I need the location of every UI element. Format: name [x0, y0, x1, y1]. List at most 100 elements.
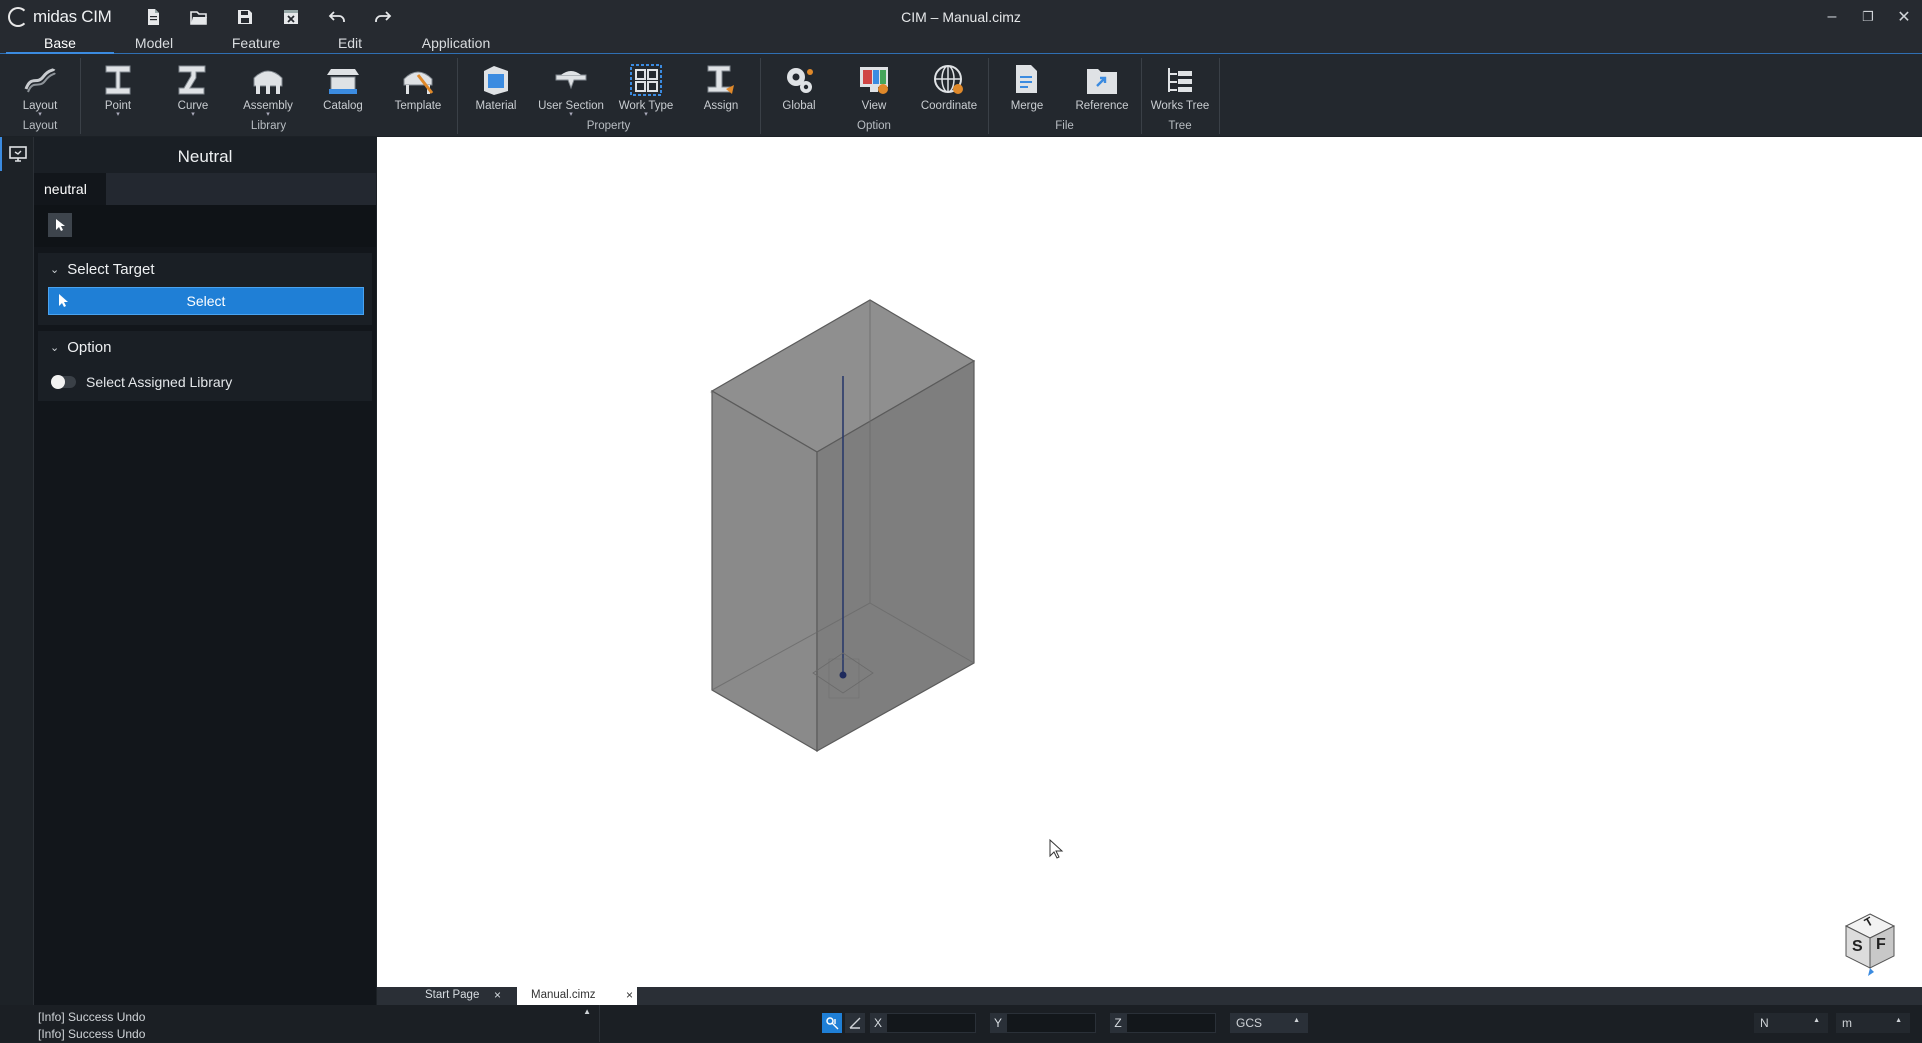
curve-button[interactable]: Curve ▾: [160, 60, 226, 122]
mouse-cursor-icon: [1049, 838, 1064, 859]
option-section: ⌄ Option Select Assigned Library: [38, 331, 372, 401]
tab-edit[interactable]: Edit: [324, 33, 376, 53]
global-icon: [779, 60, 819, 100]
title-bar: midas CIM CIM – Manual.cimz – ❐ ✕: [0, 0, 1922, 33]
work-type-button[interactable]: Work Type ▾: [613, 60, 679, 122]
cursor-icon: [56, 219, 65, 231]
log-line: [Info] Success Undo: [38, 1027, 146, 1041]
snap-angle-icon[interactable]: [845, 1013, 865, 1033]
tab-base[interactable]: Base: [0, 33, 120, 54]
coordinate-icon: [929, 60, 969, 100]
pointer-tool-button[interactable]: [48, 213, 72, 237]
work-type-icon: [626, 60, 666, 100]
document-tabs: Start Page × Manual.cimz ×: [377, 987, 1922, 1005]
app-logo[interactable]: midas CIM: [0, 6, 130, 27]
tab-neutral[interactable]: neutral: [34, 173, 106, 205]
catalog-button[interactable]: Catalog: [310, 60, 376, 122]
template-icon: [398, 60, 438, 100]
z-coordinate-field[interactable]: [1126, 1013, 1216, 1033]
undo-icon[interactable]: [314, 0, 360, 33]
view-button[interactable]: View: [841, 60, 907, 122]
layout-button[interactable]: Layout ▾: [7, 60, 73, 122]
close-file-icon[interactable]: [268, 0, 314, 33]
reference-icon: [1082, 60, 1122, 100]
option-header[interactable]: ⌄ Option: [38, 331, 372, 363]
snap-point-icon[interactable]: [822, 1013, 842, 1033]
select-assigned-library-row: Select Assigned Library: [38, 363, 372, 401]
y-coordinate-field[interactable]: [1006, 1013, 1096, 1033]
group-label-option: Option: [857, 120, 891, 132]
panel-toolbar: [34, 205, 376, 247]
box-model[interactable]: [710, 299, 976, 753]
message-log[interactable]: [Info] Success Undo [Info] Success Undo …: [14, 1005, 600, 1042]
point-icon: [98, 60, 138, 100]
close-tab-icon[interactable]: ×: [494, 988, 501, 1002]
close-tab-icon[interactable]: ×: [626, 988, 633, 1002]
status-bar: [Info] Success Undo [Info] Success Undo …: [0, 1005, 1922, 1042]
length-unit-select[interactable]: m ▲: [1836, 1013, 1910, 1033]
curve-icon: [173, 60, 213, 100]
view-cube-side-label: S: [1852, 938, 1863, 955]
user-section-icon: [551, 60, 591, 100]
ribbon: Layout ▾ Point ▾ Curve ▾ Assembly ▾ Catalog …: [0, 54, 1922, 136]
midas-logo-icon: [8, 6, 28, 27]
tab-start-page[interactable]: Start Page ×: [395, 987, 505, 1005]
window-controls: – ❐ ✕: [1814, 0, 1922, 33]
user-section-button[interactable]: User Section ▾: [538, 60, 604, 122]
x-coordinate-field[interactable]: [886, 1013, 976, 1033]
ribbon-tabs: Base Model Feature Edit Application: [0, 33, 1922, 54]
app-name: midas CIM: [33, 6, 112, 26]
force-unit-select[interactable]: N ▲: [1754, 1013, 1828, 1033]
y-coordinate: Y: [990, 1013, 1096, 1033]
log-expand-icon[interactable]: ▲: [583, 1007, 591, 1016]
works-tree-button[interactable]: Works Tree: [1147, 60, 1213, 122]
coordinate-button[interactable]: Coordinate: [916, 60, 982, 122]
tab-model[interactable]: Model: [120, 33, 188, 53]
select-assigned-library-toggle[interactable]: [51, 375, 76, 389]
global-button[interactable]: Global: [766, 60, 832, 122]
point-button[interactable]: Point ▾: [85, 60, 151, 122]
coordinate-system-select[interactable]: GCS ▲: [1230, 1013, 1308, 1033]
cursor-icon: [59, 294, 68, 307]
new-file-icon[interactable]: [130, 0, 176, 33]
minimize-button[interactable]: –: [1814, 0, 1850, 33]
left-rail: [0, 137, 34, 1005]
chevron-down-icon: ⌄: [50, 341, 60, 354]
tab-feature[interactable]: Feature: [188, 33, 324, 53]
view-cube[interactable]: T S F: [1840, 910, 1900, 980]
reference-button[interactable]: Reference: [1069, 60, 1135, 122]
group-label-tree: Tree: [1168, 120, 1192, 132]
works-tree-icon: [1160, 60, 1200, 100]
model-viewport[interactable]: T S F: [377, 137, 1922, 987]
tab-application[interactable]: Application: [376, 33, 536, 53]
panel-title: Neutral: [34, 137, 376, 173]
log-line: [Info] Success Undo: [38, 1010, 146, 1024]
group-label-file: File: [1055, 120, 1074, 132]
view-cube-front-label: F: [1876, 936, 1886, 953]
neutral-panel: Neutral neutral ⌄ Select Target Select ⌄…: [34, 137, 376, 1005]
merge-button[interactable]: Merge: [994, 60, 1060, 122]
catalog-icon: [323, 60, 363, 100]
redo-icon[interactable]: [360, 0, 406, 33]
tab-manual-cimz[interactable]: Manual.cimz ×: [517, 987, 637, 1005]
select-target-section: ⌄ Select Target Select: [38, 253, 372, 325]
close-button[interactable]: ✕: [1886, 0, 1922, 33]
restore-button[interactable]: ❐: [1850, 0, 1886, 33]
material-icon: [476, 60, 516, 100]
assembly-button[interactable]: Assembly ▾: [235, 60, 301, 122]
open-folder-icon[interactable]: [176, 0, 222, 33]
group-label-property: Property: [586, 120, 631, 132]
group-label-library: Library: [250, 120, 287, 132]
select-button[interactable]: Select: [48, 287, 364, 315]
assembly-icon: [248, 60, 288, 100]
select-target-header[interactable]: ⌄ Select Target: [38, 253, 372, 285]
panel-toggle-icon[interactable]: [0, 137, 34, 171]
template-button[interactable]: Template: [385, 60, 451, 122]
x-coordinate: X: [870, 1013, 976, 1033]
panel-tabs: neutral: [34, 173, 376, 205]
assign-button[interactable]: Assign: [688, 60, 754, 122]
chevron-down-icon: ⌄: [50, 263, 60, 276]
material-button[interactable]: Material: [463, 60, 529, 122]
save-icon[interactable]: [222, 0, 268, 33]
assign-icon: [701, 60, 741, 100]
